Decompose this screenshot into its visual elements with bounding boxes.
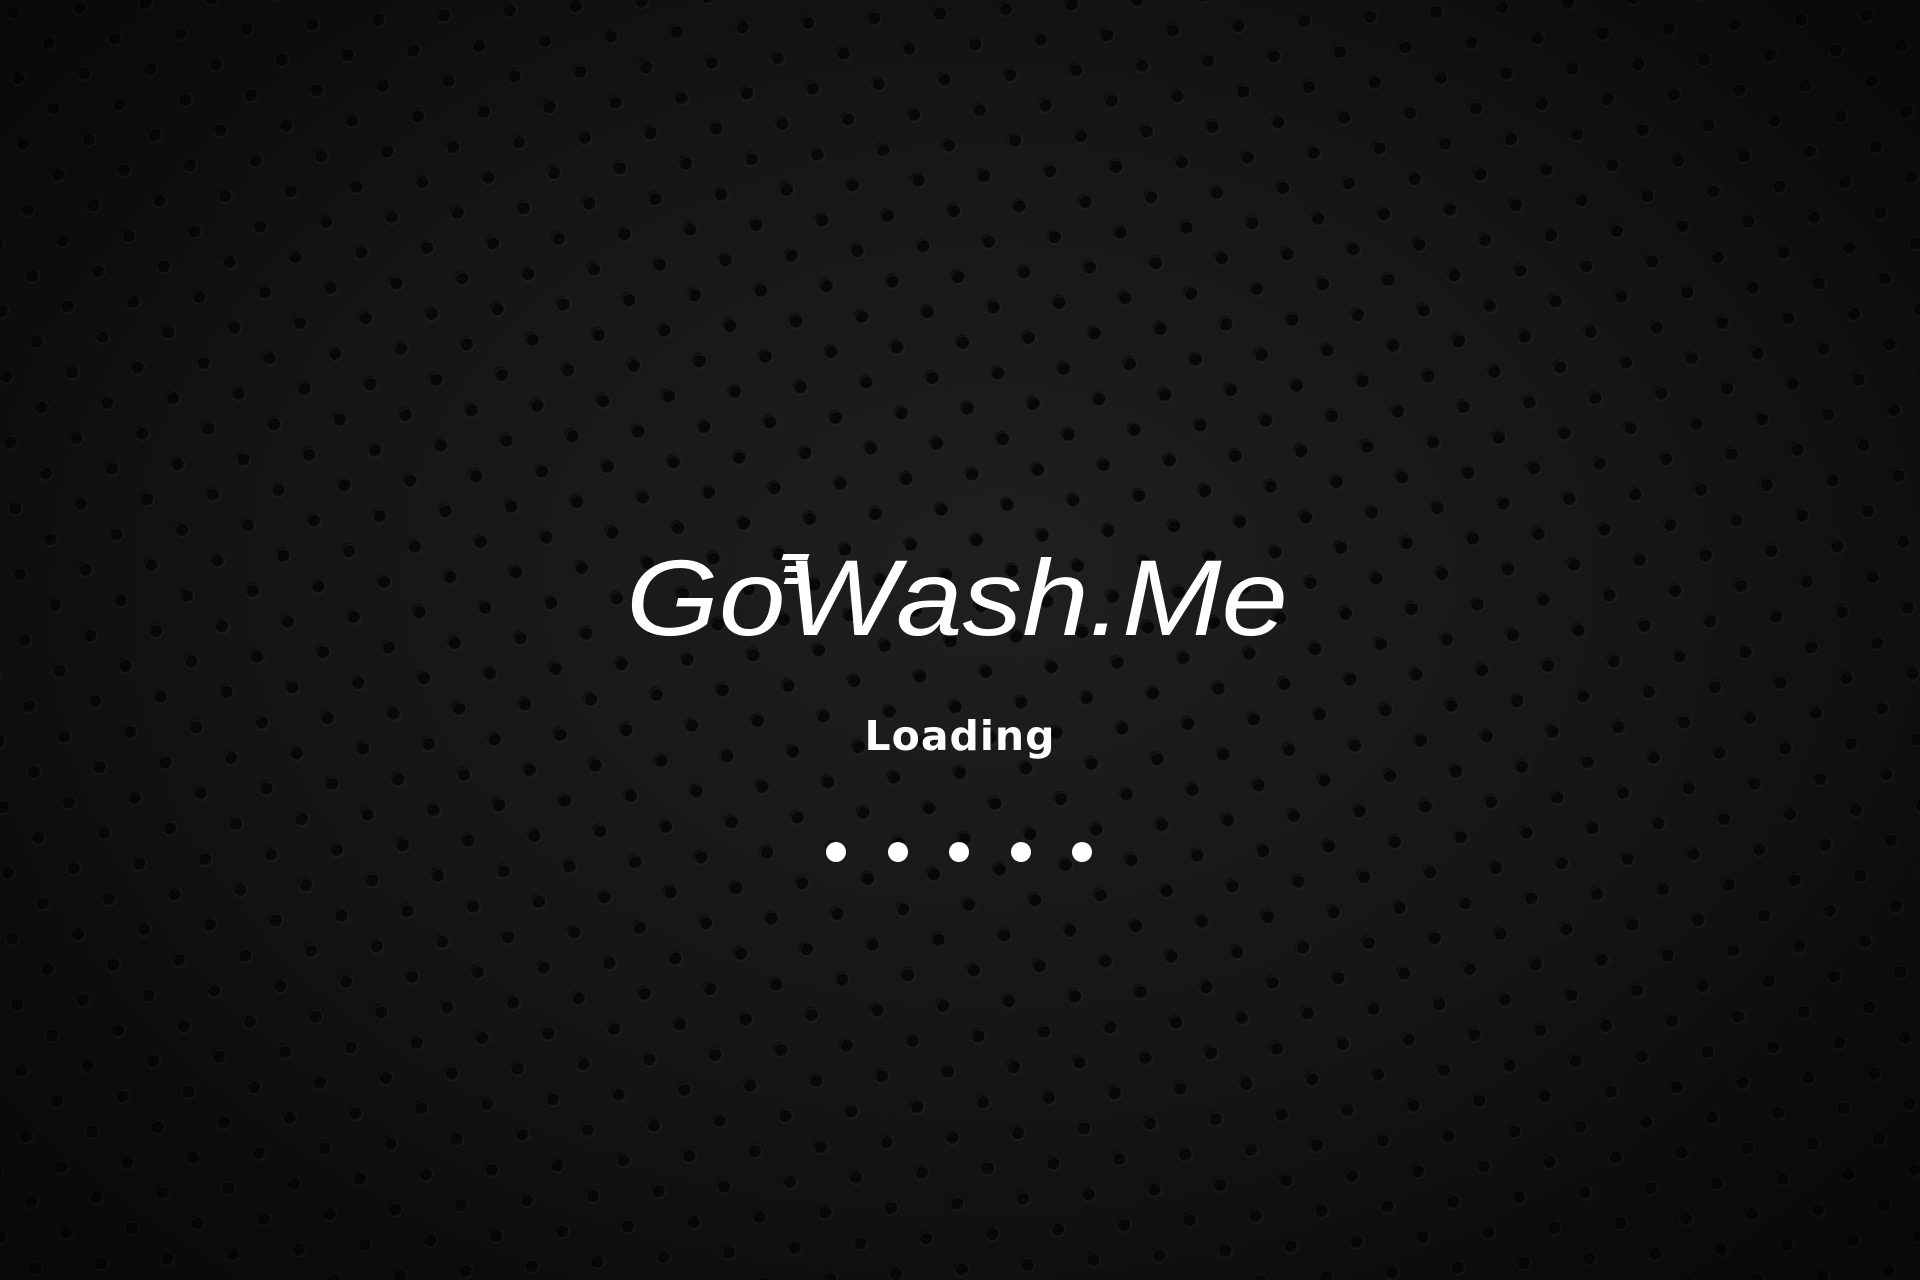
gowashme-logo: GoWash.Me — [626, 540, 1288, 650]
splash-screen: GoWash.Me Loading — [0, 0, 1920, 1280]
loading-dots — [826, 840, 1092, 864]
loading-dot — [1072, 842, 1092, 862]
logo-wordmark: GoWash.Me — [626, 540, 1288, 650]
loading-label: Loading — [864, 712, 1056, 760]
loading-dot — [949, 842, 969, 862]
loading-dot — [826, 842, 846, 862]
loading-dot — [1010, 842, 1031, 862]
loader-container: GoWash.Me Loading — [0, 0, 1920, 1280]
loading-dot — [887, 842, 908, 862]
